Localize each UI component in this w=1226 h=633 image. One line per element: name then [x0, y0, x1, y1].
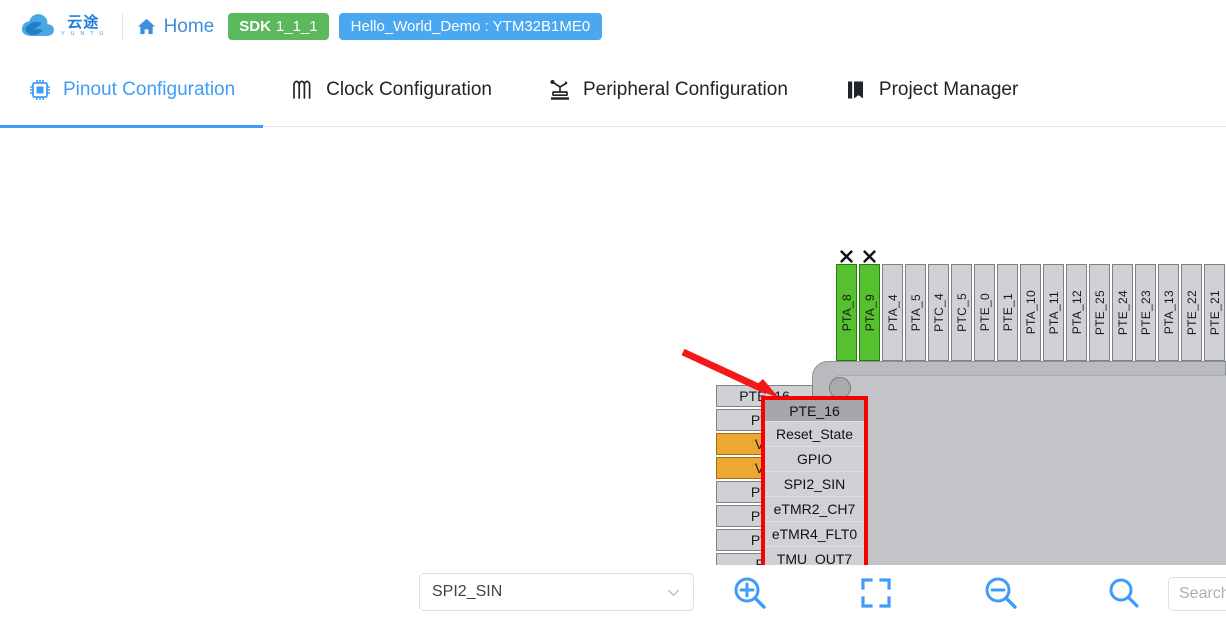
sdk-badge-prefix: SDK: [239, 18, 271, 35]
top-pin-label: PTA_12: [1069, 290, 1084, 335]
pin-signal-popup-menu[interactable]: PTE_16 Reset_State GPIO SPI2_SIN eTMR2_CH7 e…: [761, 396, 868, 565]
top-pin-label: PTE_22: [1184, 289, 1199, 336]
book-icon: [847, 81, 863, 98]
top-pin-markers: [836, 250, 882, 264]
top-pin-label: PTE_24: [1115, 289, 1130, 336]
top-pin-label: PTC_5: [954, 293, 969, 332]
tab-label: Peripheral Configuration: [582, 78, 788, 100]
zoom-out-button[interactable]: [981, 573, 1021, 613]
zoom-in-button[interactable]: [730, 573, 770, 613]
logo-wordmark: 云途 Y U N T U: [61, 15, 106, 38]
application-window: 云途 Y U N T U Home SDK 1_1_1 Hello_World_…: [0, 0, 1226, 633]
chip-package-inner: [831, 375, 1226, 565]
top-pin[interactable]: PTE_23: [1135, 264, 1156, 361]
tab-label: Pinout Configuration: [63, 78, 236, 100]
app-logo[interactable]: 云途 Y U N T U: [18, 11, 106, 43]
top-pin[interactable]: PTA_13: [1158, 264, 1179, 361]
top-pin[interactable]: PTE_1: [997, 264, 1018, 361]
top-pin[interactable]: PTA_12: [1066, 264, 1087, 361]
signal-select-dropdown[interactable]: SPI2_SIN: [419, 573, 694, 611]
pin-x-marker: [859, 250, 880, 264]
tab-label: Clock Configuration: [326, 78, 492, 100]
top-pin-label: PTE_1: [1000, 293, 1015, 332]
top-pin-label: PTA_13: [1161, 290, 1176, 335]
tab-pinout-configuration[interactable]: Pinout Configuration: [0, 53, 264, 128]
tab-peripheral-configuration[interactable]: Peripheral Configuration: [520, 53, 816, 127]
top-pin-label: PTA_8: [839, 293, 854, 332]
peripheral-usb-icon: [550, 79, 569, 100]
topbar-divider: [121, 13, 123, 40]
pinout-canvas[interactable]: PTA_8 PTA_9 PTA_4 PTA_5 PTC_4 PTC_5 PTE_0 PTE_1…: [0, 128, 1226, 565]
top-pin[interactable]: PTA_11: [1043, 264, 1064, 361]
home-button[interactable]: Home: [137, 15, 215, 38]
popup-menu-item[interactable]: Reset_State: [765, 421, 864, 446]
top-pin[interactable]: PTA_4: [882, 264, 903, 361]
popup-menu-item[interactable]: TMU_OUT7: [765, 546, 864, 565]
chevron-down-icon: [668, 589, 679, 596]
top-pin-label: PTA_5: [908, 293, 923, 332]
popup-menu-item[interactable]: eTMR4_FLT0: [765, 521, 864, 546]
top-pin[interactable]: PTC_5: [951, 264, 972, 361]
top-pin[interactable]: PTE_0: [974, 264, 995, 361]
main-navigation: Pinout Configuration Clock Configuration…: [0, 53, 1226, 128]
top-pin[interactable]: PTE_21: [1204, 264, 1225, 361]
sdk-badge-version: 1_1_1: [275, 18, 318, 35]
chip-package-body[interactable]: [812, 361, 1226, 565]
search-field-wrapper[interactable]: [1168, 577, 1226, 611]
tab-label: Project Manager: [878, 78, 1019, 100]
top-bar: 云途 Y U N T U Home SDK 1_1_1 Hello_World_…: [0, 0, 1226, 53]
home-icon: [137, 18, 155, 35]
logo-cn-name: 云途: [67, 14, 100, 32]
clock-waveform-icon: [293, 80, 311, 99]
top-pin-label: PTA_9: [862, 293, 877, 332]
search-input[interactable]: [1179, 585, 1226, 603]
signal-select-value: SPI2_SIN: [432, 583, 503, 600]
top-pin[interactable]: PTC_4: [928, 264, 949, 361]
logo-pinyin: Y U N T U: [61, 31, 106, 38]
top-pin[interactable]: PTE_22: [1181, 264, 1202, 361]
top-pin-label: PTA_11: [1046, 290, 1061, 335]
popup-menu-item[interactable]: GPIO: [765, 446, 864, 471]
top-pin[interactable]: PTE_24: [1112, 264, 1133, 361]
tab-project-manager[interactable]: Project Manager: [816, 53, 1046, 127]
top-pin-label: PTA_10: [1023, 290, 1038, 335]
pin-x-marker: [836, 250, 857, 264]
top-pin-label: PTE_25: [1092, 289, 1107, 336]
search-button[interactable]: [1104, 573, 1144, 613]
popup-menu-item[interactable]: eTMR2_CH7: [765, 496, 864, 521]
top-pin-label: PTE_23: [1138, 289, 1153, 336]
fit-screen-icon: [861, 578, 891, 608]
magnifier-plus-icon: [734, 577, 766, 609]
popup-menu-item[interactable]: SPI2_SIN: [765, 471, 864, 496]
project-badge[interactable]: Hello_World_Demo : YTM32B1ME0: [338, 13, 603, 40]
top-pin[interactable]: PTA_9: [859, 264, 880, 361]
sdk-version-badge[interactable]: SDK 1_1_1: [228, 13, 329, 40]
bottom-toolbar: SPI2_SIN Search: [0, 565, 1226, 633]
top-pin[interactable]: PTA_10: [1020, 264, 1041, 361]
top-pin-label: PTE_0: [977, 293, 992, 332]
magnifier-icon: [1109, 578, 1139, 608]
top-pin[interactable]: PTA_5: [905, 264, 926, 361]
top-pin-label: PTE_21: [1207, 289, 1222, 336]
home-label: Home: [163, 15, 215, 37]
tab-clock-configuration[interactable]: Clock Configuration: [263, 53, 520, 127]
top-pin-label: PTC_4: [931, 293, 946, 332]
popup-header-pin-name: PTE_16: [765, 400, 864, 421]
top-pin-row: PTA_8 PTA_9 PTA_4 PTA_5 PTC_4 PTC_5 PTE_0 PTE_1…: [836, 264, 1226, 361]
cloud-logo-icon: [21, 13, 55, 36]
top-pin[interactable]: PTA_8: [836, 264, 857, 361]
magnifier-minus-icon: [985, 577, 1017, 609]
top-pin[interactable]: PTE_25: [1089, 264, 1110, 361]
fit-screen-button[interactable]: [856, 573, 896, 613]
x-marker-icon: [863, 250, 876, 263]
chip-icon: [30, 79, 50, 100]
x-marker-icon: [840, 250, 853, 263]
top-pin-label: PTA_4: [885, 293, 900, 332]
